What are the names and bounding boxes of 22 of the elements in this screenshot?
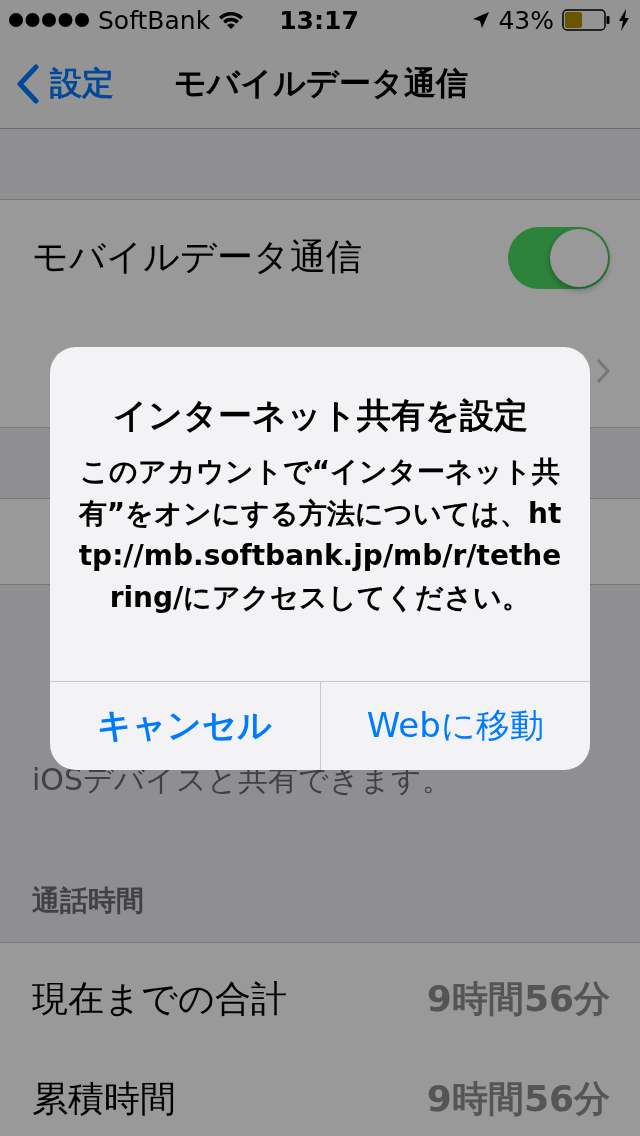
chevron-left-icon bbox=[16, 64, 40, 104]
open-web-button[interactable]: Webに移動 bbox=[319, 682, 590, 770]
carrier-name: SoftBank bbox=[98, 5, 211, 35]
signal-icon bbox=[8, 12, 90, 28]
battery-icon bbox=[562, 9, 610, 31]
row-label: 現在までの合計 bbox=[32, 977, 288, 1021]
toggle-switch[interactable] bbox=[508, 226, 610, 289]
row-label: モバイルデータ通信 bbox=[32, 235, 363, 279]
row-value: 9時間56分 bbox=[426, 977, 610, 1021]
alert-message: このアカウントで“インターネット共有”をオンにする方法については、http://mb.softbank.jp/mb/r/tethering/にアクセスしてください。 bbox=[77, 454, 563, 616]
battery-percent: 43% bbox=[498, 5, 554, 35]
row-value: 9時間56分 bbox=[426, 1076, 610, 1121]
alert-title: インターネット共有を設定 bbox=[112, 394, 528, 437]
section-header: 通話時間 bbox=[32, 883, 144, 919]
wifi-icon bbox=[218, 10, 245, 30]
location-arrow-icon bbox=[472, 11, 491, 29]
back-button[interactable]: 設定 bbox=[16, 62, 114, 106]
clock-time: 13:17 bbox=[279, 5, 359, 35]
nav-title: モバイルデータ通信 bbox=[174, 63, 468, 104]
chevron-icon bbox=[596, 358, 610, 384]
row-label: 累積時間 bbox=[32, 1076, 177, 1121]
charging-bolt-icon bbox=[618, 9, 630, 31]
